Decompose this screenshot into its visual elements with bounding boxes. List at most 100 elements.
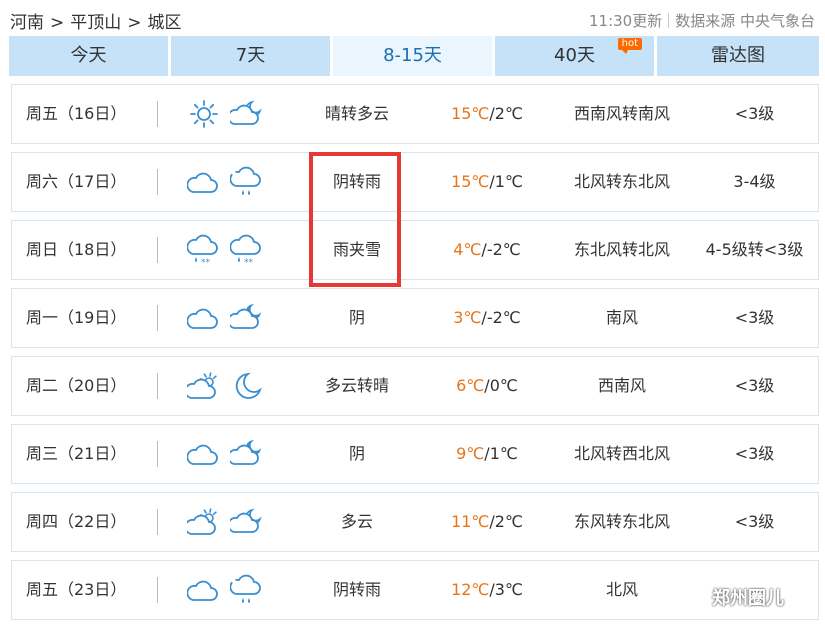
partly-cloudy-day-icon <box>187 506 221 538</box>
temperature: 12℃/3℃ <box>427 561 547 619</box>
breadcrumb-city[interactable]: 平顶山 <box>70 13 121 33</box>
day-label: 周四（22日） <box>26 512 127 531</box>
tab-today[interactable]: 今天 <box>9 36 168 76</box>
tab-label: 8-15天 <box>383 45 442 66</box>
top-bar: 河南 > 平顶山 > 城区 11:30更新 数据来源 中央气象台 <box>0 0 825 36</box>
divider <box>157 237 158 263</box>
wind-direction: 北风转西北风 <box>573 444 670 463</box>
day-label: 周六（17日） <box>26 172 127 191</box>
wind-direction: 南风 <box>605 308 638 327</box>
cloudy-icon <box>187 302 221 334</box>
high-temp: 3℃ <box>453 308 482 327</box>
temperature: 6℃/0℃ <box>427 357 547 415</box>
day-label: 周五（16日） <box>26 104 127 123</box>
high-temp: 11℃ <box>451 512 490 531</box>
weather-desc: 多云转晴 <box>324 376 389 395</box>
low-temp: /2℃ <box>489 104 523 123</box>
cloudy-icon <box>187 574 221 606</box>
forecast-row: 周六（17日） 阴转雨 15℃/1℃ 北风转东北风 3-4级 <box>11 152 819 212</box>
weather-desc: 阴 <box>348 444 365 463</box>
temperature: 11℃/2℃ <box>427 493 547 551</box>
tab-7-days[interactable]: 7天 <box>171 36 330 76</box>
day-label: 周日（18日） <box>26 240 127 259</box>
temperature: 3℃/-2℃ <box>427 289 547 347</box>
wind-level: <3级 <box>734 512 775 531</box>
forecast-row: 周五（16日） 晴转多云 15℃/2℃ 西南风转南风 <3级 <box>11 84 819 144</box>
low-temp: /1℃ <box>484 444 518 463</box>
weather-desc: 多云 <box>340 512 373 531</box>
divider <box>157 509 158 535</box>
divider <box>157 305 158 331</box>
low-temp: /-2℃ <box>481 240 521 259</box>
breadcrumb-district: 城区 <box>147 13 182 33</box>
high-temp: 4℃ <box>453 240 482 259</box>
low-temp: /2℃ <box>489 512 523 531</box>
breadcrumb: 河南 > 平顶山 > 城区 <box>10 8 182 33</box>
divider <box>157 101 158 127</box>
low-temp: /0℃ <box>484 376 518 395</box>
update-time: 11:30更新 <box>588 12 663 30</box>
cloudy-icon <box>187 166 221 198</box>
wind-level: 4-5级转<3级 <box>705 240 804 259</box>
partly-cloudy-day-icon <box>187 370 221 402</box>
wind-direction: 西南风 <box>597 376 646 395</box>
high-temp: 15℃ <box>451 172 490 191</box>
clear-night-icon <box>230 370 264 402</box>
tab-label: 40天 <box>554 45 595 66</box>
wechat-icon <box>682 588 708 608</box>
wind-direction: 东风转东北风 <box>573 512 670 531</box>
forecast-row: 周三（21日） 阴 9℃/1℃ 北风转西北风 <3级 <box>11 424 819 484</box>
breadcrumb-province[interactable]: 河南 <box>10 13 44 33</box>
cloudy-night-icon <box>230 438 264 470</box>
tab-label: 今天 <box>70 45 107 66</box>
wind-direction: 西南风转南风 <box>573 104 670 123</box>
divider <box>668 13 670 28</box>
divider <box>157 441 158 467</box>
day-label: 周二（20日） <box>26 376 127 395</box>
wind-direction: 东北风转北风 <box>573 240 670 259</box>
weather-desc: 阴转雨 <box>332 580 381 599</box>
tab-label: 7天 <box>235 45 266 66</box>
wind-direction: 北风转东北风 <box>573 172 670 191</box>
divider <box>157 169 158 195</box>
day-label: 周三（21日） <box>26 444 127 463</box>
day-label: 周五（23日） <box>26 580 127 599</box>
tab-40-days[interactable]: 40天 hot <box>495 36 654 76</box>
wind-level: <3级 <box>734 308 775 327</box>
high-temp: 9℃ <box>456 444 485 463</box>
highlight-box <box>309 152 401 287</box>
partly-cloudy-night-icon <box>230 506 264 538</box>
svg-text:**: ** <box>244 258 254 266</box>
high-temp: 6℃ <box>456 376 485 395</box>
rain-icon <box>230 574 264 606</box>
forecast-row: 周日（18日） ** ** 雨夹雪 4℃/-2℃ 东北风转北风 4-5级转<3级 <box>11 220 819 280</box>
wind-level: 3-4级 <box>733 172 776 191</box>
day-label: 周一（19日） <box>26 308 127 327</box>
wind-level: <3级 <box>734 444 775 463</box>
watermark-text: 郑州圈儿 <box>712 588 784 609</box>
cloudy-night-icon <box>230 302 264 334</box>
forecast-row: 周一（19日） 阴 3℃/-2℃ 南风 <3级 <box>11 288 819 348</box>
wind-level: <3级 <box>734 104 775 123</box>
high-temp: 12℃ <box>451 580 490 599</box>
temperature: 9℃/1℃ <box>427 425 547 483</box>
divider <box>157 373 158 399</box>
forecast-tabs: 今天 7天 8-15天 40天 hot 雷达图 <box>9 36 819 76</box>
temperature: 4℃/-2℃ <box>427 221 547 279</box>
cloudy-icon <box>187 438 221 470</box>
low-temp: /3℃ <box>489 580 523 599</box>
tab-8-15-days[interactable]: 8-15天 <box>333 36 492 76</box>
breadcrumb-separator: > <box>127 13 142 33</box>
tab-radar[interactable]: 雷达图 <box>657 36 819 76</box>
forecast-row: 周四（22日） 多云 11℃/2℃ 东风转东北风 <3级 <box>11 492 819 552</box>
wind-direction: 北风 <box>605 580 638 599</box>
temperature: 15℃/1℃ <box>427 153 547 211</box>
partly-cloudy-night-icon <box>230 98 264 130</box>
sunny-icon <box>187 98 221 130</box>
update-info: 11:30更新 数据来源 中央气象台 <box>589 10 815 31</box>
wind-level: <3级 <box>734 376 775 395</box>
weather-desc: 晴转多云 <box>324 104 389 123</box>
weather-desc: 阴 <box>348 308 365 327</box>
breadcrumb-separator: > <box>50 13 65 33</box>
temperature: 15℃/2℃ <box>427 85 547 143</box>
